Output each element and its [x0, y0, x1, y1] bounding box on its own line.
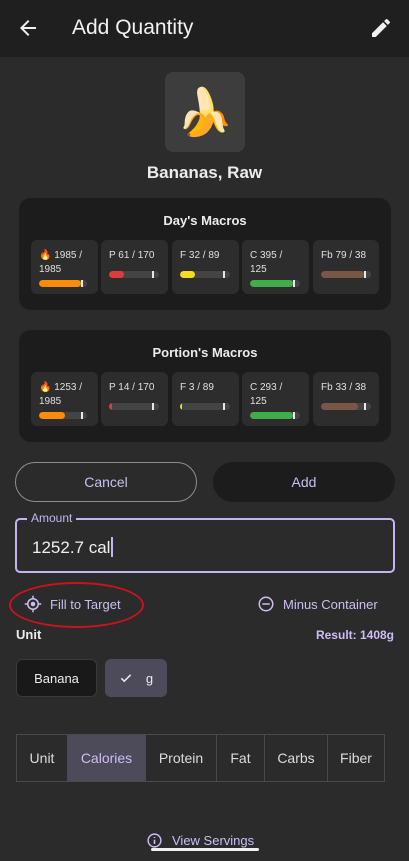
portion-calories-chip: 🔥 1253 / 1985: [31, 372, 98, 426]
amount-value[interactable]: 1252.7 cal: [32, 537, 114, 558]
check-icon: [120, 674, 132, 683]
days-protein-bar: [109, 271, 159, 278]
fill-to-target-button[interactable]: Fill to Target: [24, 594, 121, 614]
food-image: 🍌: [165, 72, 245, 152]
days-fiber-label: Fb 79 / 38: [321, 250, 367, 261]
food-name: Bananas, Raw: [146, 163, 263, 182]
portion-calories-bar: [39, 412, 87, 419]
portion-carbs-label: C 293 / 125: [250, 382, 283, 407]
portion-fiber-label: Fb 33 / 38: [321, 382, 367, 393]
days-fat-target-tick: [223, 271, 225, 278]
cancel-button[interactable]: Cancel: [15, 462, 197, 502]
days-fat-fill: [180, 271, 195, 278]
portion-fat-chip: F 3 / 89: [172, 372, 239, 426]
days-calories-bar: [39, 280, 87, 287]
days-macros-title: Day's Macros: [163, 213, 247, 228]
days-calories-chip: 🔥 1985 / 1985: [31, 240, 98, 294]
portion-carbs-bar: [250, 412, 300, 419]
segment-carbs[interactable]: Carbs: [265, 735, 328, 781]
days-fat-label: F 32 / 89: [180, 250, 220, 261]
portion-macros-card: Portion's Macros 🔥 1253 / 1985 P 14 / 17…: [19, 330, 391, 442]
days-calories-label: 🔥 1985 / 1985: [39, 250, 83, 275]
portion-fiber-chip: Fb 33 / 38: [313, 372, 379, 426]
fill-to-target-label: Fill to Target: [50, 596, 121, 612]
minus-container-label: Minus Container: [283, 596, 378, 612]
portion-protein-bar: [109, 403, 159, 410]
days-fiber-bar: [321, 271, 371, 278]
info-icon: [147, 832, 162, 848]
unit-label: Unit: [16, 627, 42, 642]
result-text: Result: 1408g: [315, 628, 394, 642]
portion-fat-bar: [180, 403, 230, 410]
input-mode-segmented-control: Unit Calories Protein Fat Carbs Fiber: [16, 734, 385, 782]
amount-field[interactable]: Amount 1252.7 cal: [15, 511, 395, 573]
segment-protein[interactable]: Protein: [146, 735, 217, 781]
app-bar: Add Quantity: [0, 0, 409, 57]
portion-protein-chip: P 14 / 170: [101, 372, 168, 426]
unit-chip-g-label: g: [145, 670, 154, 686]
portion-carbs-target-tick: [293, 412, 295, 419]
banana-icon: 🍌: [176, 85, 234, 138]
days-fiber-target-tick: [364, 271, 366, 278]
days-fiber-fill: [321, 271, 364, 278]
segment-fiber[interactable]: Fiber: [328, 735, 384, 781]
back-arrow-icon[interactable]: [16, 16, 40, 40]
portion-fiber-fill: [321, 403, 358, 410]
portion-fat-label: F 3 / 89: [180, 382, 214, 393]
portion-fiber-target-tick: [364, 403, 366, 410]
amount-value-text: 1252.7 cal: [32, 538, 111, 557]
home-indicator: [151, 848, 259, 851]
edit-pencil-icon[interactable]: [369, 16, 393, 40]
portion-macros-title: Portion's Macros: [152, 345, 258, 360]
segment-calories[interactable]: Calories: [68, 735, 146, 781]
days-carbs-fill: [250, 280, 293, 287]
portion-protein-label: P 14 / 170: [109, 382, 155, 393]
days-fat-bar: [180, 271, 230, 278]
portion-carbs-fill: [250, 412, 293, 419]
portion-calories-fill: [39, 412, 65, 419]
portion-fiber-bar: [321, 403, 371, 410]
days-macros-card: Day's Macros 🔥 1985 / 1985 P 61 / 170 F …: [19, 198, 391, 310]
days-fiber-chip: Fb 79 / 38: [313, 240, 379, 294]
days-protein-fill: [109, 271, 124, 278]
text-caret: [111, 537, 114, 557]
portion-protein-fill: [109, 403, 112, 410]
days-carbs-chip: C 395 / 125: [242, 240, 309, 294]
portion-protein-target-tick: [152, 403, 154, 410]
amount-field-label: Amount: [27, 511, 77, 525]
view-servings-label: View Servings: [172, 832, 255, 848]
days-calories-fill: [39, 280, 81, 287]
segment-unit[interactable]: Unit: [17, 735, 68, 781]
portion-calories-target-tick: [81, 412, 83, 419]
unit-chip-banana-label: Banana: [34, 670, 79, 686]
days-protein-label: P 61 / 170: [109, 250, 155, 261]
days-calories-target-tick: [81, 280, 83, 287]
minus-circle-icon: [258, 596, 274, 612]
portion-fat-target-tick: [223, 403, 225, 410]
add-button[interactable]: Add: [213, 462, 395, 502]
days-protein-target-tick: [152, 271, 154, 278]
days-protein-chip: P 61 / 170: [101, 240, 168, 294]
portion-fat-fill: [180, 403, 182, 410]
portion-calories-label: 🔥 1253 / 1985: [39, 382, 83, 407]
view-servings-button[interactable]: View Servings: [146, 830, 254, 850]
portion-carbs-chip: C 293 / 125: [242, 372, 309, 426]
page-title: Add Quantity: [72, 16, 194, 39]
days-carbs-label: C 395 / 125: [250, 250, 283, 275]
days-carbs-bar: [250, 280, 300, 287]
minus-container-button[interactable]: Minus Container: [257, 594, 378, 614]
segment-fat[interactable]: Fat: [217, 735, 265, 781]
crosshair-icon: [24, 595, 42, 613]
days-carbs-target-tick: [293, 280, 295, 287]
unit-chip-g[interactable]: g: [105, 659, 167, 697]
days-fat-chip: F 32 / 89: [172, 240, 239, 294]
unit-chip-banana[interactable]: Banana: [16, 659, 97, 697]
